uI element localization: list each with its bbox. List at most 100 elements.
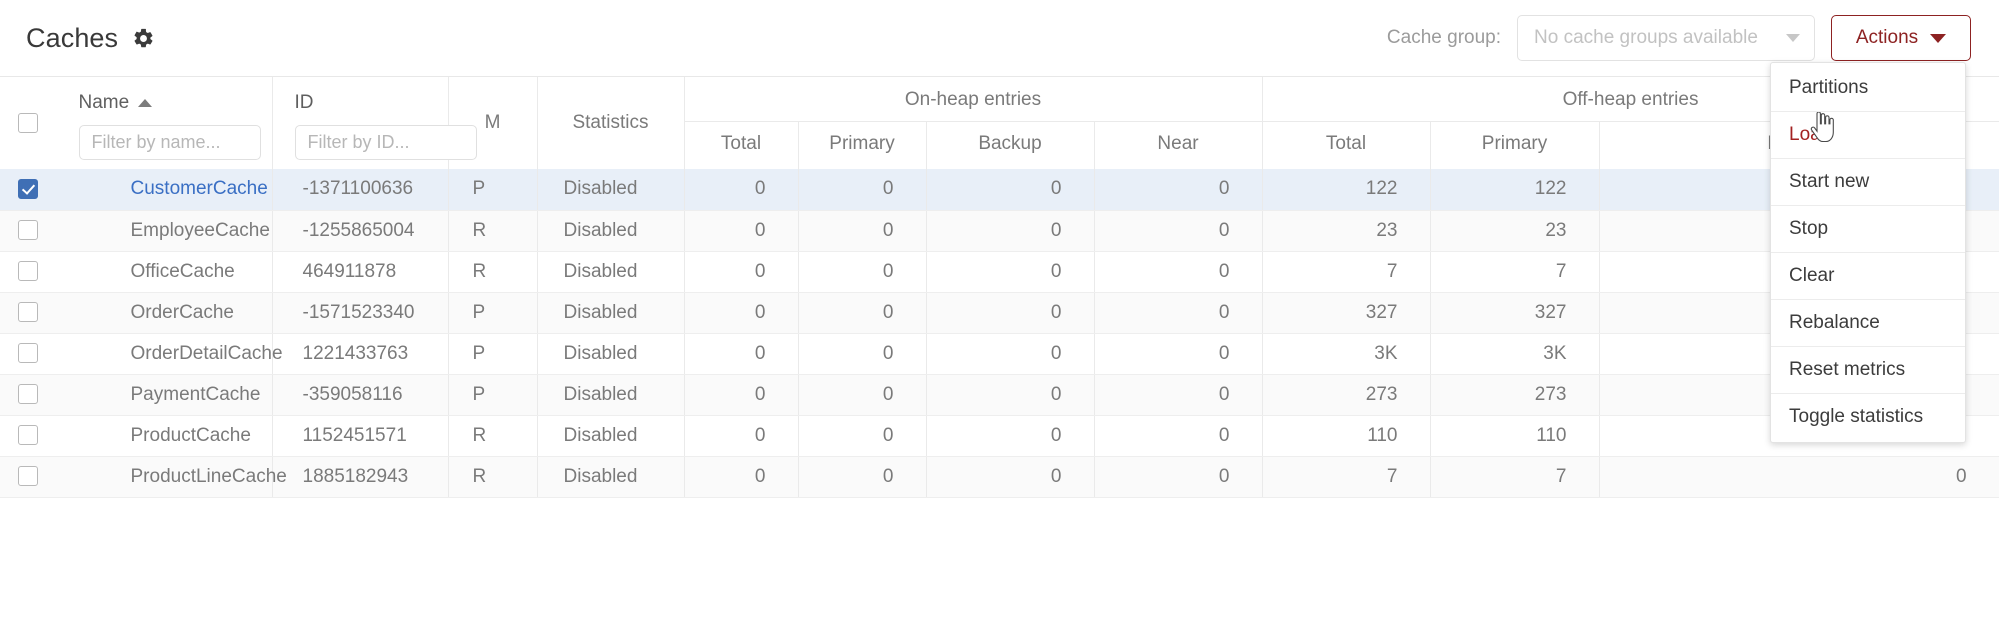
cell-cache-id: 1885182943 — [272, 456, 449, 498]
row-checkbox[interactable] — [17, 343, 38, 364]
cell-statistics-status: Disabled — [537, 333, 685, 375]
caches-table: Name ID M Statistics On-heap entries Off… — [0, 77, 1999, 498]
column-header-offheap-primary[interactable]: Primary — [1430, 121, 1600, 169]
table-row[interactable]: PaymentCache -359058116 P Disabled 0 0 0 0 273 27… — [0, 374, 1999, 416]
actions-button[interactable]: Actions — [1831, 15, 1971, 61]
cell-cache-id: -359058116 — [272, 374, 449, 416]
table-row[interactable]: ProductLineCache 1885182943 R Disabled 0 0 0 0 7… — [0, 456, 1999, 498]
cell-statistics-status: Disabled — [537, 251, 685, 293]
menu-item-load[interactable]: Load — [1771, 112, 1965, 159]
cache-name-link[interactable]: OrderCache — [56, 292, 273, 334]
column-header-id[interactable]: ID — [272, 77, 477, 169]
cell-onheap-near: 0 — [1094, 251, 1263, 293]
caches-table-container: Name ID M Statistics On-heap entries Off… — [0, 77, 1999, 618]
cell-onheap-near: 0 — [1094, 456, 1263, 498]
cell-offheap-total: 122 — [1262, 169, 1431, 211]
cell-offheap-total: 273 — [1262, 374, 1431, 416]
row-checkbox[interactable] — [17, 179, 38, 200]
cell-offheap-primary: 122 — [1430, 169, 1600, 211]
row-select-cell — [0, 456, 56, 498]
cell-onheap-near: 0 — [1094, 292, 1263, 334]
cell-cache-mode: R — [448, 210, 538, 252]
cell-cache-mode: R — [448, 251, 538, 293]
cell-offheap-total: 23 — [1262, 210, 1431, 252]
menu-item-stop[interactable]: Stop — [1771, 206, 1965, 253]
menu-item-toggle-statistics[interactable]: Toggle statistics — [1771, 394, 1965, 440]
table-row[interactable]: OfficeCache464911878RDisabled0000770 — [0, 251, 1999, 293]
table-header-row-groups: Name ID M Statistics On-heap entries Off… — [0, 77, 1999, 169]
cell-cache-id: -1371100636 — [272, 169, 449, 211]
gear-icon[interactable] — [132, 27, 155, 50]
menu-item-reset-metrics[interactable]: Reset metrics — [1771, 347, 1965, 394]
select-all-cell — [0, 77, 56, 169]
cache-group-select[interactable]: No cache groups available — [1517, 15, 1815, 61]
cell-cache-id: 1152451571 — [272, 415, 449, 457]
table-row[interactable]: OrderCache -1571523340 P Disabled 0 0 0 0 327 327… — [0, 292, 1999, 334]
filter-by-id-input[interactable] — [294, 125, 477, 160]
column-header-statistics[interactable]: Statistics — [537, 77, 685, 169]
vertical-scrollbar[interactable] — [1994, 77, 1999, 618]
sort-ascending-icon — [138, 99, 153, 107]
column-header-offheap-total[interactable]: Total — [1262, 121, 1431, 169]
table-row[interactable]: ProductCache 1152451571 R Disabled 0 0 0 0 110 11… — [0, 415, 1999, 457]
cell-offheap-total: 3K — [1262, 333, 1431, 375]
actions-button-label: Actions — [1855, 27, 1919, 48]
row-checkbox[interactable] — [17, 466, 38, 487]
column-header-name[interactable]: Name — [56, 77, 273, 169]
table-row[interactable]: EmployeeCache -1255865004 R Disabled 0 0 0 0 23 2… — [0, 210, 1999, 252]
row-checkbox[interactable] — [17, 261, 38, 282]
row-checkbox[interactable] — [17, 384, 38, 405]
cell-onheap-primary: 0 — [798, 456, 927, 498]
row-select-cell — [0, 251, 56, 293]
row-checkbox[interactable] — [17, 220, 38, 241]
cell-onheap-total: 0 — [684, 415, 799, 457]
menu-item-partitions[interactable]: Partitions — [1771, 65, 1965, 112]
cache-name-link[interactable]: OrderDetailCache — [56, 333, 283, 375]
cache-name-link[interactable]: ProductCache — [56, 415, 273, 457]
column-header-onheap-near[interactable]: Near — [1094, 121, 1263, 169]
cell-onheap-backup: 0 — [926, 251, 1095, 293]
cache-name-link[interactable]: OfficeCache — [56, 251, 273, 293]
cell-onheap-primary: 0 — [798, 374, 927, 416]
cache-name-link[interactable]: ProductLineCache — [56, 456, 287, 498]
cell-offheap-primary: 273 — [1430, 374, 1600, 416]
cell-offheap-total: 7 — [1262, 456, 1431, 498]
table-row[interactable]: OrderDetailCache 1221433763 P Disabled 0 0 0 0 3… — [0, 333, 1999, 375]
cell-onheap-backup: 0 — [926, 456, 1095, 498]
row-select-cell — [0, 333, 56, 375]
cell-onheap-primary: 0 — [798, 210, 927, 252]
cache-name-link[interactable]: CustomerCache — [56, 169, 273, 211]
cache-group-value: No cache groups available — [1534, 27, 1758, 48]
table-body: CustomerCache -1371100636 P Disabled 0 0 0 0 122… — [0, 169, 1999, 498]
row-checkbox[interactable] — [17, 425, 38, 446]
cell-onheap-primary: 0 — [798, 169, 927, 211]
toolbar-right-controls: Cache group: No cache groups available A… — [1387, 15, 1971, 61]
cell-onheap-near: 0 — [1094, 374, 1263, 416]
cell-onheap-backup: 0 — [926, 374, 1095, 416]
cache-name-link[interactable]: EmployeeCache — [56, 210, 273, 252]
select-all-checkbox[interactable] — [17, 113, 38, 133]
row-checkbox[interactable] — [17, 302, 38, 323]
cell-onheap-near: 0 — [1094, 210, 1263, 252]
cell-offheap-primary: 23 — [1430, 210, 1600, 252]
caches-page: Caches Cache group: No cache groups avai… — [0, 0, 1999, 618]
cell-cache-mode: R — [448, 456, 538, 498]
cell-onheap-backup: 0 — [926, 210, 1095, 252]
menu-item-clear[interactable]: Clear — [1771, 253, 1965, 300]
cell-onheap-near: 0 — [1094, 333, 1263, 375]
column-header-onheap-primary[interactable]: Primary — [798, 121, 927, 169]
row-select-cell — [0, 292, 56, 334]
cell-cache-mode: P — [448, 333, 538, 375]
cache-name-link[interactable]: PaymentCache — [56, 374, 273, 416]
menu-item-rebalance[interactable]: Rebalance — [1771, 300, 1965, 347]
cell-statistics-status: Disabled — [537, 169, 685, 211]
menu-item-start-new[interactable]: Start new — [1771, 159, 1965, 206]
row-select-cell — [0, 374, 56, 416]
column-header-onheap-total[interactable]: Total — [684, 121, 799, 169]
table-row[interactable]: CustomerCache -1371100636 P Disabled 0 0 0 0 122… — [0, 169, 1999, 211]
column-header-onheap-backup[interactable]: Backup — [926, 121, 1095, 169]
cell-onheap-near: 0 — [1094, 415, 1263, 457]
cell-onheap-primary: 0 — [798, 292, 927, 334]
cell-offheap-backup: 0 — [1599, 456, 1999, 498]
filter-by-name-input[interactable] — [78, 125, 261, 160]
